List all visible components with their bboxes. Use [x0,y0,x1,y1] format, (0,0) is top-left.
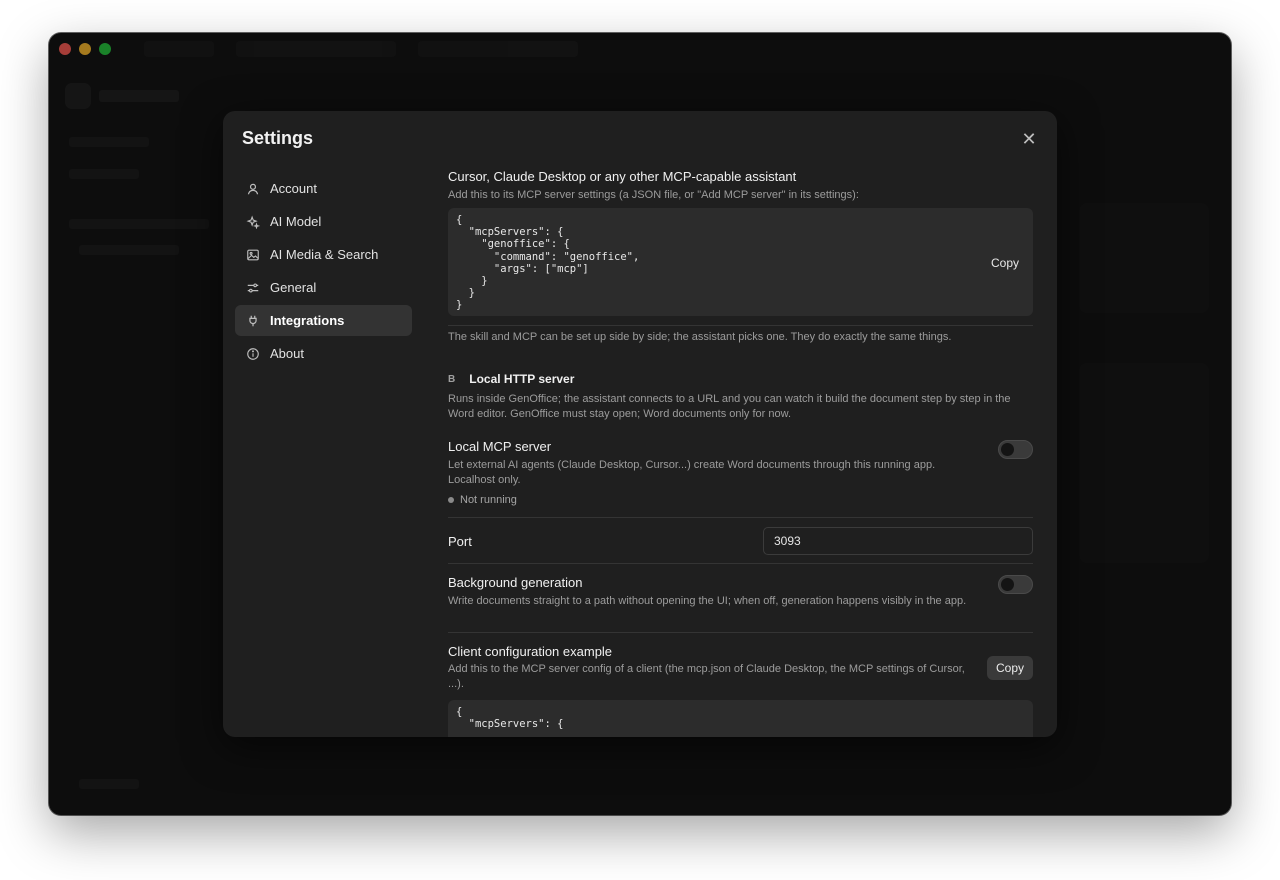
copy-mcp-config-button[interactable]: Copy [991,256,1019,270]
local-mcp-label: Local MCP server [448,439,552,454]
port-label: Port [448,534,472,549]
sparkle-icon [246,215,260,229]
section-title: Local HTTP server [469,372,575,386]
toggle-knob [1001,443,1014,456]
client-config-label: Client configuration example [448,644,613,659]
sidebar-item-account[interactable]: Account [235,173,412,204]
local-mcp-toggle[interactable] [998,440,1033,459]
sidebar-item-label: Account [270,181,317,196]
client-config-code: { "mcpServers": { [448,700,1033,737]
divider [448,517,1033,518]
image-icon [246,248,260,262]
section-letter: B [448,373,456,385]
mcp-side-by-side-note: The skill and MCP can be set up side by … [448,331,952,343]
sidebar-item-ai-media-search[interactable]: AI Media & Search [235,239,412,270]
settings-sidebar: Account AI Model AI Media & Search Gener… [235,173,412,371]
background-generation-label: Background generation [448,575,583,590]
toggle-knob [1001,578,1014,591]
local-mcp-description: Let external AI agents (Claude Desktop, … [448,459,936,486]
sidebar-item-label: Integrations [270,313,345,328]
section-b-description: Runs inside GenOffice; the assistant con… [448,393,1011,420]
mcp-config-code: { "mcpServers": { "genoffice": { "comman… [448,208,1033,316]
sidebar-item-integrations[interactable]: Integrations [235,305,412,336]
sidebar-item-ai-model[interactable]: AI Model [235,206,412,237]
sidebar-item-label: AI Model [270,214,322,229]
copy-client-config-button[interactable]: Copy [987,656,1033,680]
status-dot-icon [448,497,454,503]
sidebar-item-label: About [270,346,304,361]
settings-modal: Settings ✕ Account AI Model AI Media & S… [223,111,1057,737]
mcp-status: Not running [448,494,517,506]
sidebar-item-label: AI Media & Search [270,247,379,262]
divider [448,325,1033,326]
app-window: Settings ✕ Account AI Model AI Media & S… [49,33,1231,815]
sidebar-item-general[interactable]: General [235,272,412,303]
settings-content: Cursor, Claude Desktop or any other MCP-… [448,111,1033,737]
port-input[interactable] [763,527,1033,555]
sliders-icon [246,281,260,295]
background-generation-description: Write documents straight to a path witho… [448,595,967,607]
modal-title: Settings [242,128,314,148]
user-icon [246,182,260,196]
client-config-description: Add this to the MCP server config of a c… [448,663,965,690]
section-b-header: B Local HTTP server [448,372,574,386]
info-icon [246,347,260,361]
divider [448,632,1033,633]
sidebar-item-about[interactable]: About [235,338,412,369]
mcp-assistant-description: Add this to its MCP server settings (a J… [448,189,859,201]
mcp-assistant-heading: Cursor, Claude Desktop or any other MCP-… [448,169,797,184]
background-generation-toggle[interactable] [998,575,1033,594]
sidebar-item-label: General [270,280,317,295]
status-text: Not running [460,494,517,506]
divider [448,563,1033,564]
plug-icon [246,314,260,328]
